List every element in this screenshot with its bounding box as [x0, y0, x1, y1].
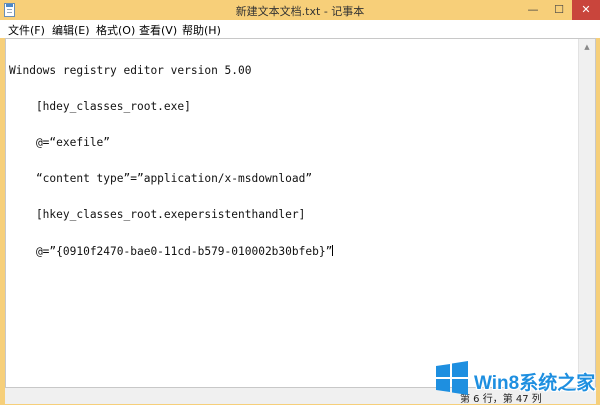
text-caret: [332, 245, 334, 256]
menu-format[interactable]: 格式(O): [96, 22, 135, 38]
editor-area[interactable]: Windows registry editor version 5.00 [hd…: [5, 38, 596, 388]
vertical-scrollbar[interactable]: ▲ ▼: [578, 39, 595, 387]
text-line: [hdey_classes_root.exe]: [9, 100, 191, 113]
text-line: “content type”=”application/x-msdownload…: [9, 172, 313, 185]
text-line: [hkey_classes_root.exepersistenthandler]: [9, 208, 306, 221]
maximize-button[interactable]: ☐: [546, 0, 572, 20]
text-line: Windows registry editor version 5.00: [9, 64, 252, 77]
minimize-button[interactable]: —: [520, 0, 546, 20]
notepad-window: 新建文本文档.txt - 记事本 — ☐ ✕ 文件(F) 编辑(E) 格式(O)…: [0, 0, 600, 405]
windows-logo-icon: [436, 361, 468, 395]
menu-edit[interactable]: 编辑(E): [52, 22, 90, 38]
menu-view[interactable]: 查看(V): [139, 22, 177, 38]
close-button[interactable]: ✕: [572, 0, 600, 20]
window-title: 新建文本文档.txt - 记事本: [235, 5, 365, 18]
title-bar[interactable]: 新建文本文档.txt - 记事本 — ☐ ✕: [0, 0, 600, 20]
menu-file[interactable]: 文件(F): [8, 22, 45, 38]
document-text[interactable]: Windows registry editor version 5.00 [hd…: [6, 39, 578, 387]
current-line-text: @=”{0910f2470-bae0-11cd-b579-010002b30bf…: [9, 245, 333, 258]
text-line: @=“exefile”: [9, 136, 111, 149]
menu-bar: 文件(F) 编辑(E) 格式(O) 查看(V) 帮助(H): [0, 20, 600, 38]
menu-help[interactable]: 帮助(H): [182, 22, 221, 38]
site-watermark: Win8系统之家: [434, 358, 600, 398]
text-line-current: @=”{0910f2470-bae0-11cd-b579-010002b30bf…: [9, 245, 575, 258]
scroll-up-arrow-icon[interactable]: ▲: [579, 39, 595, 55]
watermark-text: Win8系统之家: [474, 373, 596, 394]
